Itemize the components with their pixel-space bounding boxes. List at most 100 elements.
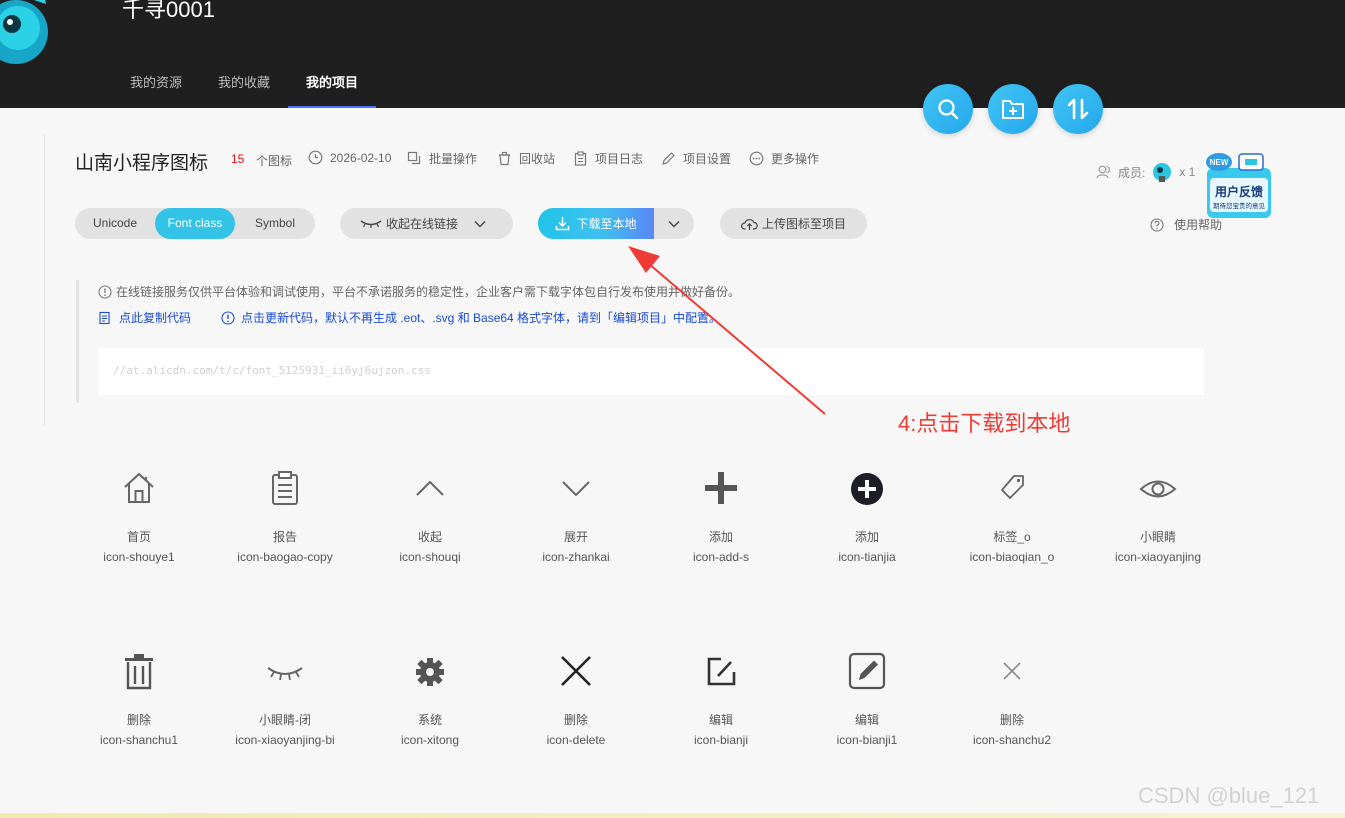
project-settings-button[interactable]: 项目设置 — [661, 150, 731, 167]
update-code-label: 点击更新代码，默认不再生成 .eot、.svg 和 Base64 格式字体，请到… — [241, 311, 722, 325]
icon-count-label: 个图标 — [256, 154, 293, 168]
icon-card[interactable]: 收起 icon-shouqi — [357, 458, 503, 608]
download-group: 下载至本地 — [538, 208, 694, 239]
help-label: 使用帮助 — [1174, 218, 1223, 232]
sort-button[interactable] — [1053, 84, 1103, 134]
icon-card[interactable]: 添加 icon-tianjia — [794, 458, 940, 608]
help-link[interactable]: 使用帮助 — [1150, 216, 1222, 233]
recycle-bin-button[interactable]: 回收站 — [497, 150, 555, 167]
search-button[interactable] — [923, 84, 973, 134]
icon-code: icon-bianji — [693, 733, 749, 747]
icon-name: 报告 — [272, 530, 297, 544]
icon-card[interactable]: 添加 icon-add-s — [648, 458, 794, 608]
icon-name: 编辑 — [708, 713, 733, 727]
icon-name: 标签_o — [993, 530, 1031, 544]
info-icon — [98, 284, 112, 299]
tab-font-class[interactable]: Font class — [155, 208, 235, 239]
batch-operation-button[interactable]: 批量操作 — [407, 150, 477, 167]
user-avatar[interactable] — [0, 0, 56, 76]
folder-add-icon — [1002, 100, 1024, 119]
gear-icon — [416, 658, 444, 686]
chevron-down-icon — [562, 481, 590, 497]
plus-circle-icon — [851, 473, 883, 505]
download-label: 下载至本地 — [576, 217, 637, 231]
icon-card[interactable]: 编辑 icon-bianji — [648, 641, 794, 791]
chevron-down-icon — [668, 220, 680, 227]
project-title: 山南小程序图标 — [75, 153, 209, 174]
icon-card[interactable]: 编辑 icon-bianji1 — [794, 641, 940, 791]
upload-icons-button[interactable]: 上传图标至项目 — [720, 208, 867, 239]
icon-code: icon-xitong — [400, 733, 460, 747]
nav-my-favorites[interactable]: 我的收藏 — [200, 60, 288, 108]
more-actions-button[interactable]: 更多操作 — [749, 150, 819, 167]
tab-symbol[interactable]: Symbol — [235, 208, 315, 239]
eye-closed-icon — [360, 219, 382, 228]
icon-card[interactable]: 展开 icon-zhankai — [503, 458, 649, 608]
icon-code: icon-zhankai — [542, 550, 610, 564]
update-code-link[interactable]: 点击更新代码，默认不再生成 .eot、.svg 和 Base64 格式字体，请到… — [221, 309, 721, 326]
chevron-up-icon — [416, 480, 444, 496]
bottom-strip — [0, 813, 1345, 818]
icon-code: icon-xiaoyanjing-bi — [235, 733, 335, 747]
icon-code: icon-shouqi — [399, 550, 461, 564]
info-icon — [221, 310, 235, 325]
clipboard-icon — [574, 151, 587, 166]
project-log-label: 项目日志 — [595, 152, 644, 166]
icon-card[interactable]: 小眼睛 icon-xiaoyanjing — [1085, 458, 1231, 608]
icon-name: 删除 — [563, 713, 588, 727]
cloud-upload-icon — [741, 218, 758, 230]
icon-code: icon-shanchu2 — [972, 733, 1052, 747]
tag-icon — [1001, 475, 1024, 499]
nav-my-projects[interactable]: 我的项目 — [288, 60, 377, 108]
new-project-button[interactable] — [988, 84, 1038, 134]
recycle-bin-label: 回收站 — [519, 152, 556, 166]
project-date: 2026-02-10 — [308, 150, 391, 165]
feedback-title: 用户反馈 — [1214, 184, 1263, 199]
members-label: 成员: — [1118, 165, 1146, 180]
close-icon — [561, 656, 591, 686]
plus-icon — [705, 472, 737, 504]
members-icon — [1096, 165, 1110, 179]
user-feedback-banner[interactable]: NEW 用户反馈 期待您宝贵的意见 — [1205, 150, 1273, 220]
icon-card[interactable]: 标签_o icon-biaoqian_o — [939, 458, 1085, 608]
copy-icon — [99, 311, 110, 324]
collapse-online-link-button[interactable]: 收起在线链接 — [340, 208, 513, 239]
eye-icon — [1139, 480, 1177, 498]
icon-name: 系统 — [417, 713, 442, 727]
icon-code: icon-bianji1 — [836, 733, 898, 747]
icon-code: icon-delete — [546, 733, 606, 747]
home-icon — [124, 472, 154, 503]
project-log-button[interactable]: 项目日志 — [573, 150, 643, 167]
more-actions-label: 更多操作 — [771, 152, 820, 166]
icon-card[interactable]: 删除 icon-shanchu2 — [939, 641, 1085, 791]
icon-name: 小眼睛-闭 — [259, 713, 311, 727]
icon-code: icon-biaoqian_o — [969, 550, 1055, 564]
icon-name: 收起 — [417, 530, 442, 544]
tab-unicode[interactable]: Unicode — [75, 208, 155, 239]
copy-code-label: 点此复制代码 — [119, 311, 192, 325]
icon-card[interactable]: 删除 icon-delete — [503, 641, 649, 791]
project-date-text: 2026-02-10 — [330, 150, 392, 165]
username: 千寻0001 — [122, 0, 215, 22]
icon-card[interactable]: 报告 icon-baogao-copy — [212, 458, 358, 608]
download-options-button[interactable] — [654, 208, 694, 239]
copy-code-link[interactable]: 点此复制代码 — [98, 309, 191, 326]
service-warning: 在线链接服务仅供平台体验和调试使用，平台不承诺服务的稳定性，企业客户需下载字体包… — [98, 283, 740, 300]
icon-code: icon-shouye1 — [103, 550, 175, 564]
icon-name: 首页 — [126, 530, 151, 544]
close-thin-icon — [1003, 662, 1021, 680]
css-link-code[interactable]: //at.alicdn.com/t/c/font_5125931_ii6yj6u… — [99, 348, 1204, 395]
question-icon — [1150, 217, 1164, 232]
members[interactable]: 成员: x 1 — [1096, 161, 1195, 183]
nav-my-resources[interactable]: 我的资源 — [112, 60, 200, 108]
icon-card[interactable]: 系统 icon-xitong — [357, 641, 503, 791]
icon-name: 展开 — [563, 530, 588, 544]
icon-name: 删除 — [999, 713, 1024, 727]
sort-icon — [1067, 98, 1089, 120]
icon-card[interactable]: 小眼睛-闭 icon-xiaoyanjing-bi — [212, 641, 358, 791]
icon-card[interactable]: 首页 icon-shouye1 — [66, 458, 212, 608]
batch-operation-label: 批量操作 — [429, 152, 478, 166]
icon-card[interactable]: 删除 icon-shanchu1 — [66, 641, 212, 791]
icon-name: 编辑 — [854, 713, 879, 727]
download-button[interactable]: 下载至本地 — [538, 208, 654, 239]
